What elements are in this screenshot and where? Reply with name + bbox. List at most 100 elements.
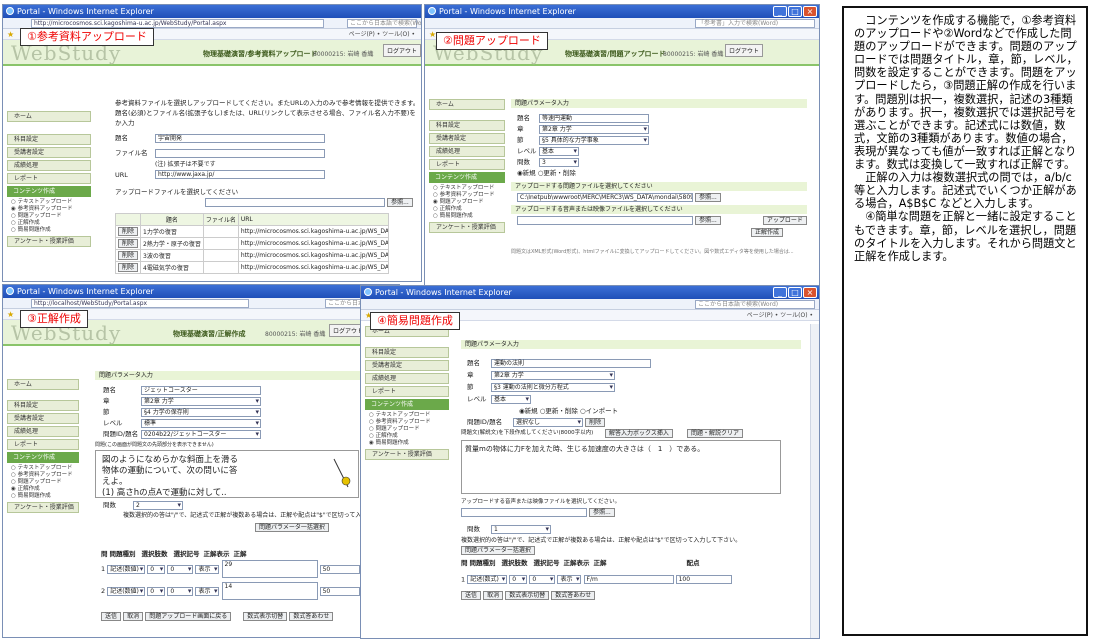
address-bar[interactable]: http://localhost/WebStudy/Portal.aspxここか…: [3, 298, 399, 309]
command-menu[interactable]: ページ(P) • ツール(O) •: [349, 31, 415, 38]
section-select[interactable]: §3 運動の法則と微分方程式: [491, 382, 615, 392]
cancel-button[interactable]: 取消: [123, 612, 144, 621]
sidebar-item-report[interactable]: レポート: [365, 386, 449, 397]
format-toggle-button[interactable]: 数式表示切替: [243, 612, 288, 621]
points-input[interactable]: 50: [319, 564, 360, 574]
sidebar-item-survey[interactable]: アンケート・授業評価: [429, 222, 505, 233]
back-button[interactable]: 問題アップロード画面に戻る: [145, 612, 232, 621]
sidebar-sub-reference[interactable]: ○ 参考資料アップロード: [361, 419, 453, 426]
name-input[interactable]: 等速円運動: [539, 113, 649, 123]
insert-answer-box-button[interactable]: 解答入力ボックス挿入: [605, 429, 673, 438]
sidebar-item-report[interactable]: レポート: [7, 439, 79, 450]
sidebar-sub-answer[interactable]: ○ 正解作成: [425, 206, 509, 213]
answer-create-button[interactable]: 正解作成: [751, 228, 784, 237]
count-select[interactable]: 2: [133, 500, 183, 510]
sidebar-sub-question[interactable]: ○ 問題アップロード: [3, 213, 95, 220]
name-input[interactable]: ジェットコースター: [141, 385, 261, 395]
search-box[interactable]: ここから日本語で検索(Word): [695, 300, 815, 309]
sidebar-sub-answer[interactable]: ○ 正解作成: [361, 433, 453, 440]
sidebar-item-course[interactable]: 科目設定: [365, 347, 449, 358]
sidebar-sub-answer[interactable]: ◉ 正解作成: [3, 486, 83, 493]
title-input[interactable]: 宇宙開発: [155, 133, 325, 143]
sidebar-item-home[interactable]: ホーム: [429, 99, 505, 110]
name-input[interactable]: 運動の法則: [491, 358, 651, 368]
display-select[interactable]: 表示: [195, 586, 220, 596]
sidebar-sub-question[interactable]: ◉ 問題アップロード: [425, 199, 509, 206]
delete-button[interactable]: 削除: [585, 417, 606, 427]
points-input[interactable]: 100: [675, 575, 732, 584]
row-url[interactable]: http://microcosmos.sci.kagoshima-u.ac.jp…: [237, 249, 389, 262]
sidebar-item-grades[interactable]: 成績処理: [7, 160, 91, 171]
sidebar-item-home[interactable]: ホーム: [7, 111, 91, 122]
display-select[interactable]: 表示: [557, 575, 582, 584]
delete-button[interactable]: 削除: [118, 239, 139, 248]
count-select[interactable]: 3: [539, 157, 579, 167]
sidebar-item-survey[interactable]: アンケート・授業評価: [7, 236, 91, 247]
format-toggle-button[interactable]: 数式表示切替: [505, 591, 550, 600]
send-button[interactable]: 送信: [101, 612, 122, 621]
answer-input[interactable]: 29: [221, 560, 318, 578]
symbol-select[interactable]: 0: [167, 564, 194, 574]
word-file-input[interactable]: C:\Inetpub\wwwroot\MERC\MERC3\WS_DATA\mo…: [517, 193, 693, 202]
param-reset-button[interactable]: 問題パラメータ一括選択: [255, 523, 329, 532]
media-file-input[interactable]: [517, 216, 693, 225]
filename-input[interactable]: [155, 148, 325, 158]
minimize-icon[interactable]: _: [773, 287, 787, 298]
url-field[interactable]: http://localhost/WebStudy/Portal.aspx: [31, 299, 249, 308]
points-input[interactable]: 50: [319, 586, 360, 596]
type-select[interactable]: 記述(数値): [107, 586, 146, 596]
browse-button[interactable]: 参照...: [695, 216, 721, 225]
sidebar-item-course[interactable]: 科目設定: [7, 134, 91, 145]
delete-button[interactable]: 削除: [118, 227, 139, 236]
count-select[interactable]: 1: [491, 524, 551, 534]
display-select[interactable]: 表示: [195, 564, 220, 574]
logout-button[interactable]: ログアウト: [725, 44, 764, 57]
maximize-icon[interactable]: □: [788, 287, 802, 298]
scrollbar[interactable]: [810, 324, 819, 638]
sidebar-item-report[interactable]: レポート: [7, 173, 91, 184]
sidebar-item-course[interactable]: 科目設定: [429, 120, 505, 131]
sidebar-item-report[interactable]: レポート: [429, 159, 505, 170]
send-button[interactable]: 送信: [461, 591, 482, 600]
file-path-input[interactable]: [205, 198, 385, 207]
row-url[interactable]: http://microcosmos.sci.kagoshima-u.ac.jp…: [237, 237, 389, 250]
id-select[interactable]: 0204b22/ジェットコースター: [141, 429, 261, 439]
row-url[interactable]: http://microcosmos.sci.kagoshima-u.ac.jp…: [237, 261, 389, 274]
media-file-input[interactable]: [461, 508, 587, 517]
close-icon[interactable]: ×: [803, 287, 817, 298]
sidebar-item-course[interactable]: 科目設定: [7, 400, 79, 411]
mode-radio[interactable]: ◉新規 ○更新・削除 ○インポート: [461, 405, 807, 416]
sidebar-sub-reference[interactable]: ○ 参考資料アップロード: [425, 192, 509, 199]
choices-select[interactable]: 0: [147, 586, 166, 596]
sidebar-sub-question[interactable]: ○ 問題アップロード: [361, 426, 453, 433]
type-select[interactable]: 記述(数式): [467, 575, 508, 584]
choices-select[interactable]: 0: [147, 564, 166, 574]
sidebar-item-survey[interactable]: アンケート・授業評価: [7, 502, 79, 513]
chapter-select[interactable]: 第2章 力学: [539, 124, 649, 134]
sidebar-sub-text[interactable]: ○ テキストアップロード: [3, 199, 95, 206]
level-select[interactable]: 基本: [491, 394, 531, 404]
sidebar-item-grades[interactable]: 成績処理: [365, 373, 449, 384]
command-menu[interactable]: ページ(P) • ツール(O) •: [747, 312, 813, 319]
url-field[interactable]: http://microcosmos.sci.kagoshima-u.ac.jp…: [31, 19, 324, 28]
type-select[interactable]: 記述(数値): [107, 564, 146, 574]
delete-button[interactable]: 削除: [118, 263, 139, 272]
mode-radio[interactable]: ◉新規 ○更新・削除: [511, 167, 811, 178]
sidebar-item-students[interactable]: 受講者設定: [7, 147, 91, 158]
browse-button[interactable]: 参照...: [387, 198, 413, 207]
maximize-icon[interactable]: □: [788, 6, 802, 17]
param-reset-button[interactable]: 問題パラメーター括選択: [461, 546, 535, 555]
section-select[interactable]: §5 具体的な力学事象: [539, 135, 649, 145]
upload-button[interactable]: アップロード: [762, 216, 807, 225]
answer-input[interactable]: 14: [221, 582, 318, 600]
favorites-star-icon[interactable]: ★: [7, 309, 14, 320]
favorites-star-icon[interactable]: ★: [7, 29, 14, 40]
clear-question-button[interactable]: 問題・解説クリア: [687, 429, 744, 438]
sidebar-sub-simple[interactable]: ○ 簡易問題作成: [425, 213, 509, 220]
sidebar-sub-simple[interactable]: ○ 簡易問題作成: [3, 493, 83, 500]
format-check-button[interactable]: 数式答あわせ: [551, 591, 596, 600]
sidebar-item-students[interactable]: 受講者設定: [7, 413, 79, 424]
minimize-icon[interactable]: _: [773, 6, 787, 17]
browse-button[interactable]: 参照...: [695, 193, 721, 202]
sidebar-sub-answer[interactable]: ○ 正解作成: [3, 220, 95, 227]
